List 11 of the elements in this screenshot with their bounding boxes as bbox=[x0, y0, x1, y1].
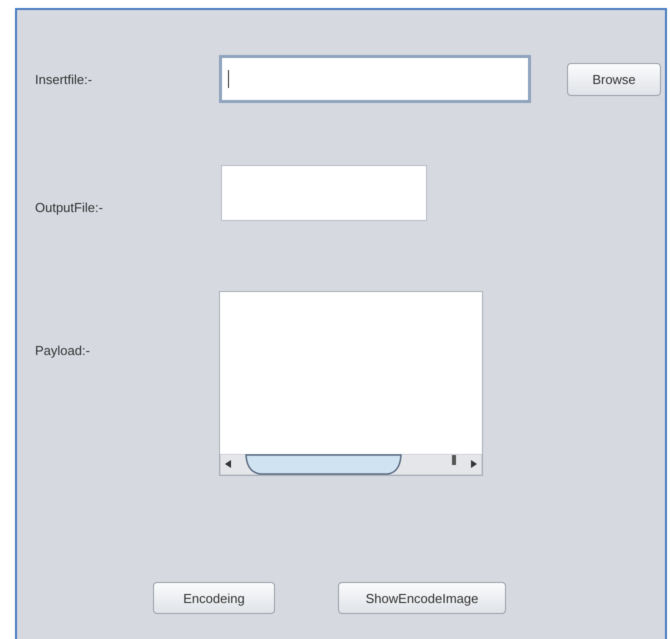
field-label: OutputFile:- bbox=[34, 200, 104, 215]
field-label: Payload:- bbox=[34, 343, 91, 358]
text-cursor bbox=[228, 70, 229, 88]
action-button[interactable]: Encodeing bbox=[153, 582, 275, 614]
text-area[interactable] bbox=[219, 291, 483, 476]
horizontal-scrollbar[interactable] bbox=[220, 454, 482, 475]
field-label: Insertfile:- bbox=[34, 72, 94, 86]
action-button[interactable]: ShowEncodeImage bbox=[338, 582, 506, 614]
text-field[interactable] bbox=[219, 55, 531, 103]
browse-button[interactable]: Browse bbox=[567, 62, 661, 96]
text-field[interactable] bbox=[221, 165, 427, 221]
